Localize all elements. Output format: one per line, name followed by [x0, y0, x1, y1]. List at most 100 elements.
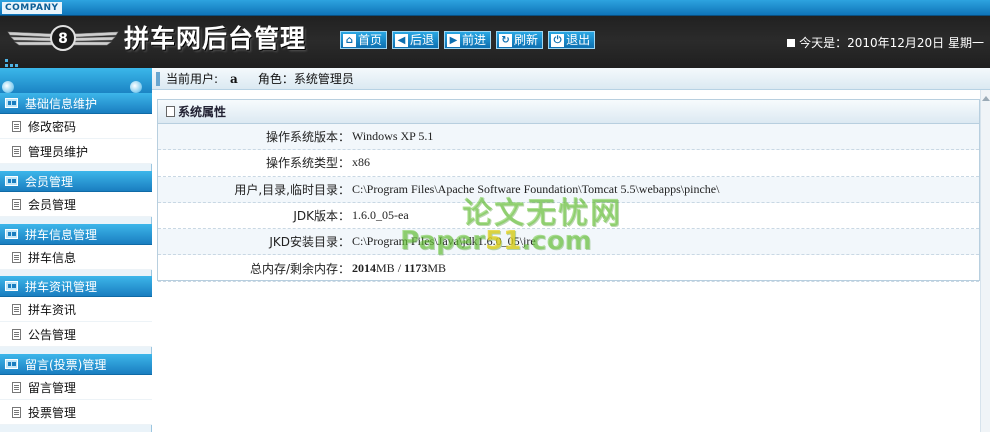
menu-group-basic: 基础信息维护 修改密码 管理员维护: [0, 93, 152, 164]
property-value: C:\Program Files\Apache Software Foundat…: [352, 181, 720, 196]
sidebar-item-carpool-news[interactable]: 拼车资讯: [0, 297, 152, 322]
sidebar: 基础信息维护 修改密码 管理员维护 会员管理 会员管理 拼车信息管理 拼车信息: [0, 68, 152, 432]
sidebar-item-label: 会员管理: [28, 197, 77, 212]
logout-button[interactable]: ⏻ 退出: [548, 31, 596, 49]
home-icon: ⌂: [343, 33, 356, 47]
sidebar-item-vote-management[interactable]: 投票管理: [0, 400, 152, 425]
document-icon: [12, 406, 21, 418]
sidebar-item-admin-maintenance[interactable]: 管理员维护: [0, 139, 152, 164]
sidebar-top-bar: [0, 68, 152, 93]
scroll-up-arrow-icon[interactable]: [982, 96, 990, 101]
group-head-carpool-info[interactable]: 拼车信息管理: [0, 224, 152, 245]
document-icon: [12, 120, 21, 132]
property-row: JKD安装目录： C:\Program Files\Java\jdk1.6.0_…: [158, 229, 979, 256]
sidebar-item-member-management[interactable]: 会员管理: [0, 192, 152, 217]
memory-free: 1173: [404, 260, 428, 275]
property-key: 操作系统版本：: [265, 130, 350, 145]
document-icon: [12, 145, 21, 157]
logout-label: 退出: [566, 33, 591, 47]
sidebar-item-label: 投票管理: [28, 405, 77, 420]
property-row: 操作系统类型： x86: [158, 150, 979, 177]
folder-icon: [5, 176, 18, 186]
property-value: Windows XP 5.1: [352, 129, 434, 144]
current-user-value: a: [230, 71, 238, 86]
folder-icon: [5, 98, 18, 108]
dots-decoration-icon: [5, 59, 18, 67]
property-row: JDK版本： 1.6.0_05-ea: [158, 203, 979, 230]
menu-group-carpool-news: 拼车资讯管理 拼车资讯 公告管理: [0, 276, 152, 347]
sidebar-item-label: 管理员维护: [28, 144, 89, 159]
document-icon: [166, 106, 175, 117]
back-label: 后退: [410, 33, 435, 47]
sidebar-item-change-password[interactable]: 修改密码: [0, 114, 152, 139]
group-title: 拼车资讯管理: [25, 279, 98, 294]
group-head-carpool-news[interactable]: 拼车资讯管理: [0, 276, 152, 297]
sidebar-item-label: 留言管理: [28, 380, 77, 395]
refresh-label: 刷新: [514, 33, 539, 47]
property-key: 操作系统类型：: [265, 156, 350, 171]
date-text: 今天是：2010年12月20日 星期一: [799, 36, 984, 50]
sidebar-item-carpool-info[interactable]: 拼车信息: [0, 245, 152, 270]
folder-icon: [5, 229, 18, 239]
power-icon: ⏻: [551, 33, 565, 47]
memory-separator: /: [394, 260, 405, 275]
sidebar-item-label: 拼车信息: [28, 250, 77, 265]
userbar-marker: [156, 71, 160, 86]
folder-icon: [5, 359, 18, 369]
group-head-members[interactable]: 会员管理: [0, 171, 152, 192]
sidebar-item-label: 公告管理: [28, 327, 77, 342]
panel-header: 系统属性: [158, 100, 979, 124]
panel-title: 系统属性: [178, 105, 227, 119]
folder-icon: [5, 281, 18, 291]
group-head-messages[interactable]: 留言(投票)管理: [0, 354, 152, 375]
memory-row: 总内存/剩余内存： 2014MB / 1173MB: [158, 255, 979, 282]
home-button[interactable]: ⌂ 首页: [340, 31, 388, 49]
menu-group-carpool-info: 拼车信息管理 拼车信息: [0, 224, 152, 270]
menu-group-members: 会员管理 会员管理: [0, 171, 152, 217]
main-content: 当前用户: a 角色：系统管理员 系统属性 操作系统版本： Windows XP…: [152, 68, 990, 432]
back-button[interactable]: ◀ 后退: [392, 31, 440, 49]
property-value: x86: [352, 155, 370, 170]
document-icon: [12, 328, 21, 340]
property-value: C:\Program Files\Java\jdk1.6.0_05\jre: [352, 234, 536, 249]
orb-right-icon: [130, 81, 142, 93]
scrollbar[interactable]: [980, 90, 990, 432]
document-icon: [12, 381, 21, 393]
company-tag: COMPANY: [2, 2, 62, 14]
forward-label: 前进: [462, 33, 487, 47]
sidebar-item-label: 修改密码: [28, 119, 77, 134]
square-bullet-icon: [787, 38, 796, 47]
forward-icon: ▶: [447, 33, 461, 47]
company-strip: COMPANY: [0, 0, 990, 16]
refresh-icon: ↻: [499, 33, 513, 47]
group-title: 基础信息维护: [25, 96, 98, 111]
memory-key: 总内存/剩余内存：: [249, 261, 350, 276]
group-title: 会员管理: [25, 174, 74, 189]
document-icon: [12, 303, 21, 315]
menu-group-messages: 留言(投票)管理 留言管理 投票管理: [0, 354, 152, 425]
property-row: 用户,目录,临时目录： C:\Program Files\Apache Soft…: [158, 176, 979, 203]
group-title: 拼车信息管理: [25, 227, 98, 242]
group-title: 留言(投票)管理: [25, 357, 107, 372]
refresh-button[interactable]: ↻ 刷新: [496, 31, 544, 49]
sidebar-item-message-management[interactable]: 留言管理: [0, 375, 152, 400]
document-icon: [12, 198, 21, 210]
sidebar-item-announcements[interactable]: 公告管理: [0, 322, 152, 347]
nav-toolbar: ⌂ 首页 ◀ 后退 ▶ 前进 ↻ 刷新 ⏻ 退出: [340, 31, 596, 49]
system-properties-panel: 系统属性 操作系统版本： Windows XP 5.1 操作系统类型： x86 …: [157, 99, 980, 282]
sidebar-item-label: 拼车资讯: [28, 302, 77, 317]
current-user-label: 当前用户:: [166, 72, 219, 86]
top-header: COMPANY 8 拼车网后台管理 ⌂ 首页 ◀ 后退 ▶ 前进 ↻ 刷新 ⏻ …: [0, 0, 990, 68]
group-head-basic[interactable]: 基础信息维护: [0, 93, 152, 114]
property-row: 操作系统版本： Windows XP 5.1: [158, 124, 979, 151]
memory-unit: MB: [376, 260, 395, 275]
svg-text:8: 8: [58, 31, 68, 47]
forward-button[interactable]: ▶ 前进: [444, 31, 492, 49]
role-label: 角色：系统管理员: [257, 72, 354, 86]
property-key: JKD安装目录：: [269, 235, 350, 250]
memory-total: 2014: [352, 260, 376, 275]
back-icon: ◀: [395, 33, 409, 47]
user-bar: 当前用户: a 角色：系统管理员: [152, 68, 990, 90]
document-icon: [12, 251, 21, 263]
date-display: 今天是：2010年12月20日 星期一: [787, 34, 984, 51]
